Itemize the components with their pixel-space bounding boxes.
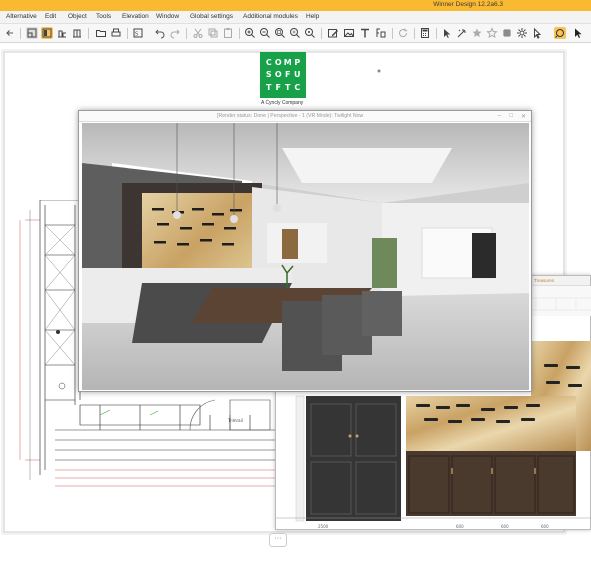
folder-icon[interactable] — [95, 27, 107, 39]
zoom-in-icon[interactable] — [244, 27, 256, 39]
logo-letter: M — [283, 57, 292, 67]
redo-icon[interactable] — [169, 27, 181, 39]
logo-letter: U — [294, 70, 301, 80]
minimize-icon[interactable]: – — [498, 113, 501, 119]
menu-item-alternative[interactable]: Alternative — [6, 13, 37, 20]
cabinet-icon[interactable] — [71, 27, 83, 39]
logo-letter: O — [274, 57, 282, 67]
close-icon[interactable]: ✕ — [521, 113, 526, 120]
svg-text:2500: 2500 — [318, 524, 329, 529]
toolbar-separator — [321, 28, 322, 39]
dimension-icon[interactable] — [375, 27, 387, 39]
zoom-window-icon[interactable] — [289, 27, 301, 39]
pointer-icon[interactable] — [572, 27, 584, 39]
toolbar-separator — [186, 28, 187, 39]
print-icon[interactable] — [110, 27, 122, 39]
logo-letter: C — [265, 57, 272, 67]
title-bar: Winner Design 12.2a6.3 — [0, 0, 591, 11]
logo-letter: F — [285, 70, 291, 80]
star-outline-icon[interactable] — [486, 27, 498, 39]
menu-item-elevation[interactable]: Elevation — [122, 13, 149, 20]
svg-text:600: 600 — [456, 524, 464, 529]
logo-letter: C — [294, 83, 301, 93]
compusoft-logo: C O M P S O F U T F T C — [260, 52, 306, 98]
magic-icon[interactable] — [456, 27, 468, 39]
floorplan-icon[interactable] — [26, 27, 38, 39]
app-title: Winner Design 12.2a6.3 — [433, 1, 503, 8]
cursor-icon[interactable] — [531, 27, 543, 39]
calculator-icon[interactable] — [419, 27, 431, 39]
text-icon[interactable] — [359, 27, 371, 39]
elevation-window-title: Treasures — [534, 278, 555, 283]
menu-item-tools[interactable]: Tools — [96, 13, 111, 20]
back-arrow-icon[interactable] — [4, 27, 16, 39]
zoom-fit-icon[interactable] — [274, 27, 286, 39]
copy-icon[interactable] — [207, 27, 219, 39]
image-icon[interactable] — [343, 27, 355, 39]
svg-text:600: 600 — [541, 524, 549, 529]
view-icon[interactable] — [41, 27, 53, 39]
menu-item-window[interactable]: Window — [156, 13, 179, 20]
grid-icon[interactable] — [501, 27, 513, 39]
settings-icon[interactable] — [516, 27, 528, 39]
logo-letter: O — [274, 70, 282, 80]
toolbar-separator — [239, 28, 240, 39]
undo-icon[interactable] — [154, 27, 166, 39]
svg-text:Trimrail: Trimrail — [227, 418, 243, 423]
select-icon[interactable] — [441, 27, 453, 39]
star-icon[interactable] — [471, 27, 483, 39]
zoom-prev-icon[interactable] — [304, 27, 316, 39]
maximize-icon[interactable]: □ — [509, 113, 513, 119]
logo-letter: S — [265, 70, 272, 80]
toolbar-separator — [20, 28, 21, 39]
logo-letter: F — [275, 83, 281, 93]
menu-item-additional-modules[interactable]: Additional modules — [243, 13, 298, 20]
menu-item-global-settings[interactable]: Global settings — [190, 13, 233, 20]
toolbar: S — [0, 24, 591, 43]
menu-item-help[interactable]: Help — [306, 13, 319, 20]
render-window-titlebar[interactable]: [Render status: Done | Perspective - 1 (… — [79, 111, 531, 122]
cut-icon[interactable] — [192, 27, 204, 39]
svg-text:S: S — [135, 32, 138, 38]
render-image — [82, 123, 529, 390]
paste-icon[interactable] — [222, 27, 234, 39]
floating-options-button[interactable]: ··· — [269, 533, 287, 547]
menu-item-object[interactable]: Object — [68, 13, 87, 20]
render-window[interactable]: [Render status: Done | Perspective - 1 (… — [78, 110, 532, 392]
edit-icon[interactable] — [327, 27, 339, 39]
toolbar-separator — [436, 28, 437, 39]
logo-letter: T — [285, 83, 291, 93]
logo-letter: P — [294, 57, 301, 67]
svg-text:600: 600 — [501, 524, 509, 529]
toolbar-separator — [88, 28, 89, 39]
zoom-out-icon[interactable] — [259, 27, 271, 39]
menu-bar: Alternative Edit Object Tools Elevation … — [0, 11, 591, 24]
logo-letter: T — [266, 83, 272, 93]
render-window-title: [Render status: Done | Perspective - 1 (… — [217, 113, 364, 119]
export-icon[interactable]: S — [132, 27, 144, 39]
elevation-icon[interactable] — [56, 27, 68, 39]
menu-item-edit[interactable]: Edit — [45, 13, 56, 20]
toolbar-separator — [414, 28, 415, 39]
toolbar-separator — [392, 28, 393, 39]
toolbar-separator — [127, 28, 128, 39]
logo-tagline: A Cyncly Company — [261, 100, 304, 106]
render-icon[interactable] — [554, 27, 566, 39]
refresh-icon[interactable] — [397, 27, 409, 39]
